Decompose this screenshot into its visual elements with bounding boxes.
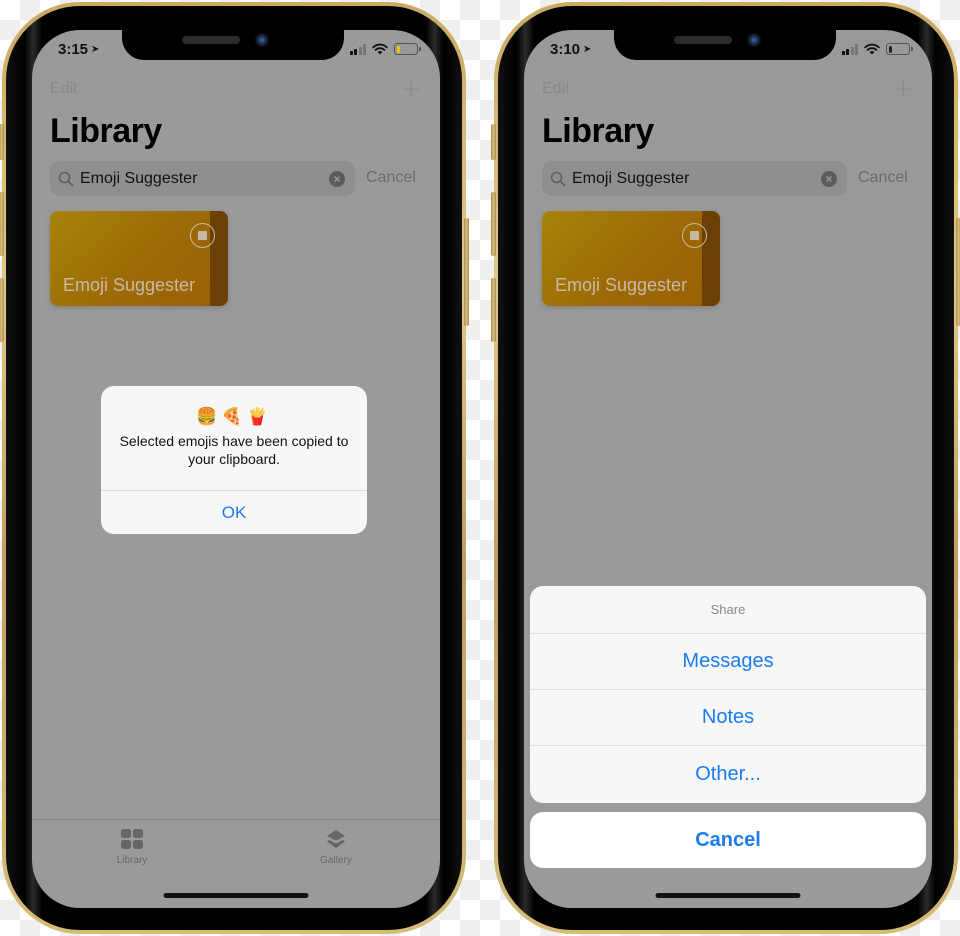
shortcut-card[interactable]: Emoji Suggester xyxy=(50,211,228,306)
screen: 3:10 ➤ Edit + Library Emoji Suggester × … xyxy=(524,30,932,908)
page-title: Library xyxy=(542,112,654,150)
volume-down-button xyxy=(491,278,496,342)
status-time: 3:15 ➤ xyxy=(58,41,99,58)
notch xyxy=(122,30,344,60)
plus-icon[interactable]: + xyxy=(400,76,422,102)
screen: 3:15 ➤ Edit + Library Emoji Suggester × … xyxy=(32,30,440,908)
power-button xyxy=(464,218,469,326)
front-camera xyxy=(255,33,269,47)
home-indicator[interactable] xyxy=(163,893,309,898)
volume-up-button xyxy=(491,192,496,256)
card-edge xyxy=(210,211,228,306)
time-text: 3:10 xyxy=(550,41,581,58)
search-cancel-button[interactable]: Cancel xyxy=(858,169,908,187)
share-option-other[interactable]: Other... xyxy=(530,746,926,802)
shortcut-name: Emoji Suggester xyxy=(63,275,196,295)
phone-left: 3:15 ➤ Edit + Library Emoji Suggester × … xyxy=(0,2,469,934)
phone-right: 3:10 ➤ Edit + Library Emoji Suggester × … xyxy=(491,2,960,934)
search-input[interactable]: Emoji Suggester × xyxy=(542,161,847,196)
cellular-signal-icon xyxy=(841,43,858,55)
battery-icon xyxy=(394,43,421,55)
wifi-icon xyxy=(372,43,388,55)
clear-search-icon[interactable]: × xyxy=(329,170,345,187)
shortcut-card[interactable]: Emoji Suggester xyxy=(542,211,720,306)
volume-down-button xyxy=(0,278,4,342)
volume-up-button xyxy=(0,192,4,256)
home-indicator[interactable] xyxy=(655,893,801,898)
search-icon xyxy=(58,171,74,186)
share-option-notes[interactable]: Notes xyxy=(530,690,926,746)
tab-label: Library xyxy=(116,855,148,866)
battery-icon xyxy=(886,43,913,55)
stop-icon[interactable] xyxy=(682,223,707,248)
power-button xyxy=(956,218,960,326)
mute-switch xyxy=(491,124,496,160)
search-value[interactable]: Emoji Suggester xyxy=(572,170,821,188)
front-camera xyxy=(747,33,761,47)
alert-message: Selected emojis have been copied to your… xyxy=(119,433,349,467)
layers-icon xyxy=(327,830,345,848)
grid-icon xyxy=(121,829,143,849)
search-cancel-button[interactable]: Cancel xyxy=(366,169,416,187)
stop-icon[interactable] xyxy=(190,223,215,248)
status-indicators xyxy=(349,43,421,55)
clear-search-icon[interactable]: × xyxy=(821,170,837,187)
time-text: 3:15 xyxy=(58,41,89,58)
share-action-sheet: Share Messages Notes Other... xyxy=(530,586,926,803)
battery-level xyxy=(396,45,401,53)
page-title: Library xyxy=(50,112,162,150)
shortcut-name: Emoji Suggester xyxy=(555,275,688,295)
alert-dialog: 🍔🍕🍟 Selected emojis have been copied to … xyxy=(101,386,367,534)
speaker xyxy=(182,36,240,44)
mute-switch xyxy=(0,124,4,160)
location-arrow-icon: ➤ xyxy=(583,44,592,55)
plus-icon[interactable]: + xyxy=(892,76,914,102)
status-time: 3:10 ➤ xyxy=(550,41,591,58)
location-arrow-icon: ➤ xyxy=(91,44,100,55)
notch xyxy=(614,30,836,60)
tab-label: Gallery xyxy=(320,855,352,866)
tab-gallery[interactable]: Gallery xyxy=(296,828,376,866)
action-sheet-cancel-button[interactable]: Cancel xyxy=(530,812,926,868)
action-sheet-title: Share xyxy=(530,586,926,634)
phone-bezel: 3:10 ➤ Edit + Library Emoji Suggester × … xyxy=(498,6,954,930)
wifi-icon xyxy=(864,43,880,55)
search-input[interactable]: Emoji Suggester × xyxy=(50,161,355,196)
phone-bezel: 3:15 ➤ Edit + Library Emoji Suggester × … xyxy=(6,6,462,930)
alert-ok-button[interactable]: OK xyxy=(101,491,367,534)
tabbar-divider xyxy=(32,819,440,820)
battery-level xyxy=(888,45,893,53)
card-edge xyxy=(702,211,720,306)
status-indicators xyxy=(841,43,913,55)
edit-button[interactable]: Edit xyxy=(50,80,78,98)
tab-library[interactable]: Library xyxy=(92,828,172,866)
alert-emojis: 🍔🍕🍟 xyxy=(196,407,272,426)
edit-button[interactable]: Edit xyxy=(542,80,570,98)
share-option-messages[interactable]: Messages xyxy=(530,634,926,690)
speaker xyxy=(674,36,732,44)
search-icon xyxy=(550,171,566,186)
search-value[interactable]: Emoji Suggester xyxy=(80,170,329,188)
cellular-signal-icon xyxy=(349,43,366,55)
